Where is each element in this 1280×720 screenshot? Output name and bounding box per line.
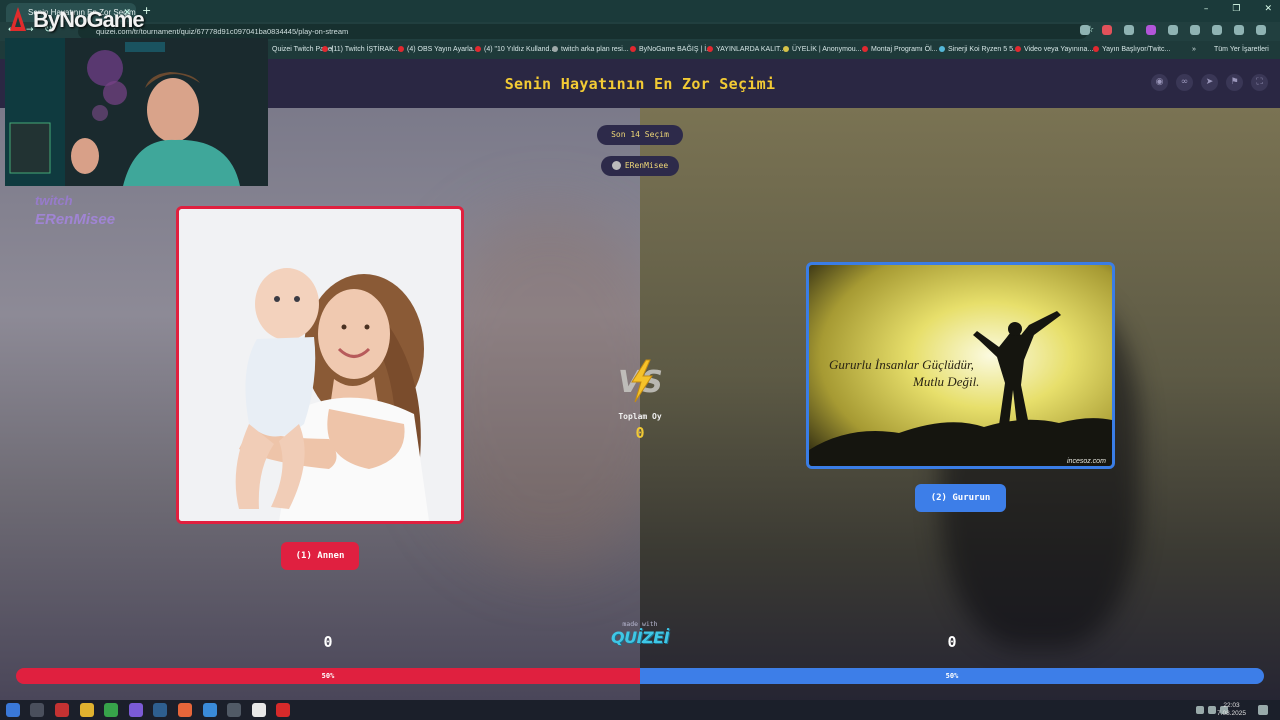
webcam-image xyxy=(5,38,268,186)
made-with-label: made with xyxy=(622,620,658,628)
file-explorer-icon[interactable] xyxy=(80,703,94,717)
round-badge: Son 14 Seçim xyxy=(597,125,683,145)
browser-tabstrip: Senin Hayatının En Zor Seçimi ✕ + – ❐ ✕ xyxy=(0,0,1280,22)
bookmark-item[interactable]: Yayın Başlıyor/Twitc... xyxy=(1093,46,1170,53)
bookmark-item[interactable]: ÜYELİK | Anonymou... xyxy=(783,46,862,53)
link-icon[interactable]: ∞ xyxy=(1176,74,1193,91)
choice-card-right[interactable]: Gururlu İnsanlar Güçlüdür, Mutlu Değil. … xyxy=(806,262,1115,469)
streamer-name: ERenMisee xyxy=(624,161,669,170)
send-icon[interactable]: ➤ xyxy=(1201,74,1218,91)
flag-icon[interactable]: ⚑ xyxy=(1226,74,1243,91)
bookmark-item[interactable]: Sinerji Koi Ryzen 5 5... xyxy=(939,46,1019,53)
taskbar-app-icon[interactable] xyxy=(129,703,143,717)
fullscreen-icon[interactable]: ⛶ xyxy=(1251,74,1268,91)
vs-icon: VS xyxy=(618,359,663,403)
header-actions: ◉ ∞ ➤ ⚑ ⛶ xyxy=(1151,74,1268,91)
firefox-icon[interactable] xyxy=(178,703,192,717)
terminal-icon[interactable] xyxy=(227,703,241,717)
opera-icon[interactable] xyxy=(276,703,290,717)
all-bookmarks[interactable]: Tüm Yer İşaretleri xyxy=(1214,46,1269,53)
extension-icon[interactable] xyxy=(1124,25,1134,35)
right-percent-bar: 50% xyxy=(640,668,1264,684)
avatar xyxy=(611,161,621,170)
notification-icon[interactable] xyxy=(1258,705,1268,715)
chrome-icon[interactable] xyxy=(104,703,118,717)
mother-baby-image xyxy=(179,209,461,521)
quizei-logo[interactable]: QUİZEİ xyxy=(605,628,675,647)
more-bookmarks-icon[interactable]: » xyxy=(1192,46,1196,53)
twitch-username: ERenMisee xyxy=(35,211,116,228)
task-view-icon[interactable] xyxy=(30,703,44,717)
taskbar-app-icon[interactable] xyxy=(252,703,266,717)
speaker-icon[interactable] xyxy=(1208,706,1216,714)
tray-icon[interactable] xyxy=(1196,706,1204,714)
bookmark-item[interactable]: (4) OBS Yayın Ayarla... xyxy=(398,46,479,53)
webcam-feed xyxy=(5,38,268,186)
bookmark-item[interactable]: ByNoGame BAĞIŞ | İ... xyxy=(630,46,712,53)
bookmark-item[interactable]: Video veya Yayınına... xyxy=(1015,46,1093,53)
system-clock[interactable]: 22:03 7.08.2025 xyxy=(1217,702,1246,718)
extension-icon[interactable] xyxy=(1080,25,1090,35)
extension-icons xyxy=(1080,25,1266,35)
menu-icon[interactable] xyxy=(1256,25,1266,35)
total-votes-value: 0 xyxy=(635,424,645,442)
eye-icon[interactable]: ◉ xyxy=(1151,74,1168,91)
minimize-icon[interactable]: – xyxy=(1204,4,1209,14)
start-icon[interactable] xyxy=(6,703,20,717)
streamer-badge: ERenMisee xyxy=(601,156,679,176)
extension-icon[interactable] xyxy=(1190,25,1200,35)
extension-icon[interactable] xyxy=(1168,25,1178,35)
vote-progress-bar: 50% 50% xyxy=(16,668,1264,684)
choice-card-left[interactable] xyxy=(176,206,464,524)
profile-icon[interactable] xyxy=(1234,25,1244,35)
window-controls: – ❐ ✕ xyxy=(1204,4,1272,14)
image-watermark: incesoz.com xyxy=(1067,458,1106,465)
maximize-icon[interactable]: ❐ xyxy=(1232,4,1240,14)
total-votes-label: Toplam Oy xyxy=(618,412,662,421)
left-percent-bar: 50% xyxy=(16,668,640,684)
url-field[interactable]: quizei.com/tr/tournament/quiz/67778d91c0… xyxy=(78,24,1088,39)
bynogame-logo-icon xyxy=(10,7,26,31)
bookmark-item[interactable]: Montaj Programı Öl... xyxy=(862,46,938,53)
download-icon[interactable] xyxy=(1212,25,1222,35)
image-caption-line-1: Gururlu İnsanlar Güçlüdür, xyxy=(829,357,974,372)
twitch-logo-text: twitch xyxy=(35,193,73,208)
steam-icon[interactable] xyxy=(153,703,167,717)
choice-1-button[interactable]: (1) Annen xyxy=(281,542,359,570)
extension-icon[interactable] xyxy=(1146,25,1156,35)
left-vote-count: 0 xyxy=(323,633,333,651)
sponsor-logo-text: ByNoGame xyxy=(33,7,145,32)
bookmark-item[interactable]: twitch arka plan resi... xyxy=(552,46,629,53)
image-caption-line-2: Mutlu Değil. xyxy=(912,374,979,389)
taskbar-app-icon[interactable] xyxy=(55,703,69,717)
bookmark-item[interactable]: (11) Twitch İŞTİRAK... xyxy=(322,46,400,53)
taskbar-app-icon[interactable] xyxy=(203,703,217,717)
windows-taskbar: 22:03 7.08.2025 xyxy=(0,700,1280,720)
right-vote-count: 0 xyxy=(947,633,957,651)
pride-quote-image: Gururlu İnsanlar Güçlüdür, Mutlu Değil. … xyxy=(809,265,1112,466)
bookmark-item[interactable]: YAYINLARDA KALIT... xyxy=(707,46,785,53)
bookmark-item[interactable]: (4) "10 Yıldız Kulland... xyxy=(475,46,555,53)
choice-2-button[interactable]: (2) Gururun xyxy=(915,484,1006,512)
close-window-icon[interactable]: ✕ xyxy=(1264,4,1272,14)
extension-icon[interactable] xyxy=(1102,25,1112,35)
